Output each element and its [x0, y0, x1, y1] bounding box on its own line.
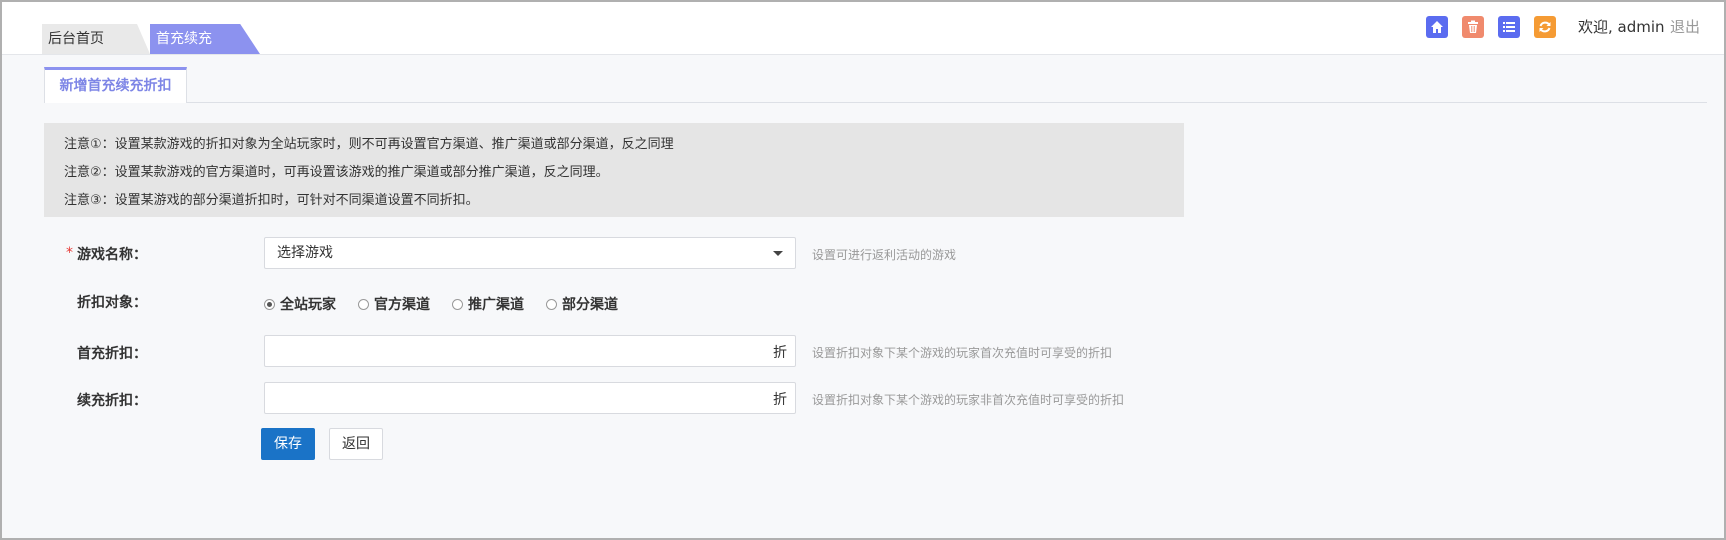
game-select-value: 选择游戏: [277, 245, 333, 261]
notice-line: 注意②：设置某款游戏的官方渠道时，可再设置该游戏的推广渠道或部分推广渠道，反之同…: [64, 165, 609, 180]
game-select[interactable]: 选择游戏: [264, 237, 796, 269]
logout-link[interactable]: 退出: [1670, 16, 1700, 38]
home-icon[interactable]: [1426, 16, 1448, 38]
radio-label: 全站玩家: [280, 297, 336, 313]
refresh-icon[interactable]: [1534, 16, 1556, 38]
welcome-text: 欢迎, admin: [1578, 18, 1665, 36]
game-name-label: 游戏名称：: [77, 247, 147, 263]
game-hint: 设置可进行返利活动的游戏: [812, 248, 957, 262]
section-divider: [187, 102, 1707, 103]
radio-official-channel[interactable]: 官方渠道: [358, 294, 430, 314]
required-mark: *: [66, 245, 73, 261]
section-tab-add-discount[interactable]: 新增首充续充折扣: [44, 67, 187, 103]
discount-target-label: 折扣对象：: [77, 295, 147, 311]
tab-first-renew[interactable]: 首充续充: [150, 24, 260, 54]
chevron-down-icon: [773, 251, 783, 256]
app-frame: 后台首页 首充续充 欢迎, admin 退出 新增首充续充折扣 注意①：设置某款…: [0, 0, 1726, 540]
notice-line: 注意③：设置某游戏的部分渠道折扣时，可针对不同渠道设置不同折扣。: [64, 193, 479, 208]
first-discount-label: 首充折扣：: [77, 346, 147, 362]
radio-promotion-channel[interactable]: 推广渠道: [452, 294, 524, 314]
first-discount-hint: 设置折扣对象下某个游戏的玩家首次充值时可享受的折扣: [812, 346, 1113, 360]
top-bar: 后台首页 首充续充 欢迎, admin 退出: [2, 2, 1724, 55]
radio-unchecked-icon[interactable]: [358, 298, 369, 310]
radio-label: 官方渠道: [374, 297, 430, 313]
radio-partial-channel[interactable]: 部分渠道: [546, 294, 618, 314]
back-button[interactable]: 返回: [329, 428, 383, 460]
discount-unit: 折: [773, 392, 787, 408]
notice-box: 注意①：设置某款游戏的折扣对象为全站玩家时，则不可再设置官方渠道、推广渠道或部分…: [44, 123, 1184, 217]
radio-unchecked-icon[interactable]: [452, 298, 463, 310]
discount-unit: 折: [773, 345, 787, 361]
save-button[interactable]: 保存: [261, 428, 315, 460]
tab-home[interactable]: 后台首页: [42, 24, 150, 54]
trash-icon[interactable]: [1462, 16, 1484, 38]
radio-label: 部分渠道: [562, 297, 618, 313]
radio-all-players[interactable]: 全站玩家: [264, 294, 336, 314]
first-discount-input[interactable]: 折: [264, 335, 796, 367]
renew-discount-label: 续充折扣：: [77, 393, 147, 409]
notice-line: 注意①：设置某款游戏的折扣对象为全站玩家时，则不可再设置官方渠道、推广渠道或部分…: [64, 137, 674, 152]
radio-checked-icon[interactable]: [264, 298, 275, 310]
list-icon[interactable]: [1498, 16, 1520, 38]
renew-discount-hint: 设置折扣对象下某个游戏的玩家非首次充值时可享受的折扣: [812, 393, 1125, 407]
renew-discount-input[interactable]: 折: [264, 382, 796, 414]
radio-label: 推广渠道: [468, 297, 524, 313]
radio-unchecked-icon[interactable]: [546, 298, 557, 310]
